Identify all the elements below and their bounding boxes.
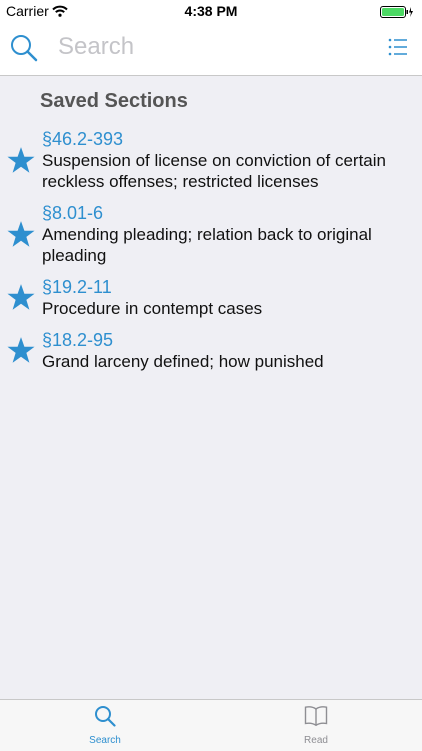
search-icon: [94, 706, 116, 731]
saved-item[interactable]: §46.2-393 Suspension of license on convi…: [0, 126, 422, 200]
saved-item[interactable]: §18.2-95 Grand larceny defined; how puni…: [0, 327, 422, 380]
star-icon[interactable]: [0, 220, 42, 248]
search-input[interactable]: [58, 32, 358, 62]
section-title: Amending pleading; relation back to orig…: [42, 225, 372, 265]
battery-icon: [380, 5, 414, 18]
saved-sections-panel: Saved Sections §46.2-393 Suspension of l…: [0, 76, 422, 699]
star-icon[interactable]: [0, 337, 42, 364]
tab-search[interactable]: Search: [75, 705, 135, 746]
section-title: Grand larceny defined; how punished: [42, 352, 324, 371]
tab-label: Search: [89, 735, 121, 746]
saved-item-text: §46.2-393 Suspension of license on convi…: [42, 128, 422, 192]
clock: 4:38 PM: [184, 3, 238, 19]
saved-item[interactable]: §19.2-11 Procedure in contempt cases: [0, 274, 422, 327]
search-icon[interactable]: [10, 34, 38, 67]
section-title: Procedure in contempt cases: [42, 299, 263, 318]
section-code[interactable]: §46.2-393: [42, 128, 414, 150]
section-title: Suspension of license on conviction of c…: [42, 151, 386, 191]
book-icon: [304, 706, 328, 731]
star-icon[interactable]: [0, 146, 42, 174]
search-header: [0, 22, 422, 76]
section-code[interactable]: §8.01-6: [42, 202, 414, 224]
saved-item-text: §8.01-6 Amending pleading; relation back…: [42, 202, 422, 266]
saved-item[interactable]: §8.01-6 Amending pleading; relation back…: [0, 200, 422, 274]
saved-item-text: §19.2-11 Procedure in contempt cases: [42, 276, 422, 319]
star-icon[interactable]: [0, 284, 42, 311]
saved-item-text: §18.2-95 Grand larceny defined; how puni…: [42, 329, 422, 372]
status-bar: Carrier 4:38 PM: [0, 0, 422, 22]
tab-read[interactable]: Read: [286, 705, 346, 746]
section-heading: Saved Sections: [40, 90, 188, 112]
section-code[interactable]: §19.2-11: [42, 276, 414, 298]
section-code[interactable]: §18.2-95: [42, 329, 414, 351]
saved-list: §46.2-393 Suspension of license on convi…: [0, 126, 422, 380]
tab-bar: Search Read: [0, 699, 422, 751]
tab-label: Read: [304, 735, 328, 746]
list-icon[interactable]: [388, 38, 408, 61]
